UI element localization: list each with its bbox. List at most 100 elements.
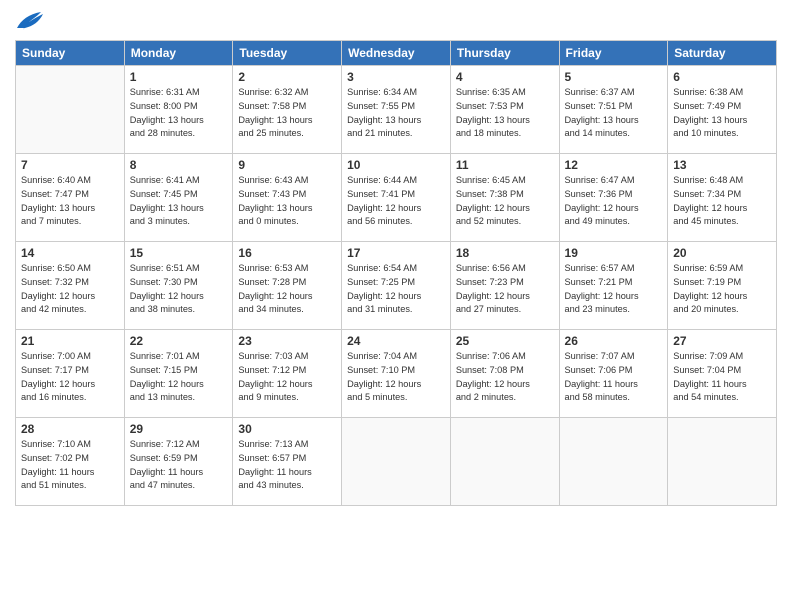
day-info: Sunrise: 6:59 AMSunset: 7:19 PMDaylight:… — [673, 262, 771, 317]
info-line: Sunset: 7:53 PM — [456, 100, 554, 114]
info-line: and 28 minutes. — [130, 127, 228, 141]
week-row-3: 14 Sunrise: 6:50 AMSunset: 7:32 PMDayligh… — [16, 242, 777, 330]
info-line: Sunrise: 6:35 AM — [456, 86, 554, 100]
info-line: Daylight: 11 hours — [21, 466, 119, 480]
day-number: 5 — [565, 70, 663, 84]
day-info: Sunrise: 7:03 AMSunset: 7:12 PMDaylight:… — [238, 350, 336, 405]
info-line: Daylight: 12 hours — [565, 202, 663, 216]
day-info: Sunrise: 7:10 AMSunset: 7:02 PMDaylight:… — [21, 438, 119, 493]
info-line: Sunrise: 6:48 AM — [673, 174, 771, 188]
week-row-1: 1Sunrise: 6:31 AMSunset: 8:00 PMDaylight… — [16, 66, 777, 154]
info-line: Daylight: 12 hours — [673, 202, 771, 216]
info-line: Daylight: 11 hours — [673, 378, 771, 392]
day-number: 9 — [238, 158, 336, 172]
day-number: 7 — [21, 158, 119, 172]
col-header-monday: Monday — [124, 41, 233, 66]
page: SundayMondayTuesdayWednesdayThursdayFrid… — [0, 0, 792, 612]
info-line: Daylight: 12 hours — [130, 378, 228, 392]
calendar-table: SundayMondayTuesdayWednesdayThursdayFrid… — [15, 40, 777, 506]
info-line: and 7 minutes. — [21, 215, 119, 229]
day-number: 28 — [21, 422, 119, 436]
calendar-cell: 22Sunrise: 7:01 AMSunset: 7:15 PMDayligh… — [124, 330, 233, 418]
col-header-sunday: Sunday — [16, 41, 125, 66]
col-header-friday: Friday — [559, 41, 668, 66]
info-line: Sunset: 7:34 PM — [673, 188, 771, 202]
calendar-cell: 15Sunrise: 6:51 AMSunset: 7:30 PMDayligh… — [124, 242, 233, 330]
day-number: 14 — [21, 246, 119, 260]
day-number: 19 — [565, 246, 663, 260]
info-line: Sunrise: 6:38 AM — [673, 86, 771, 100]
day-info: Sunrise: 7:12 AMSunset: 6:59 PMDaylight:… — [130, 438, 228, 493]
info-line: Sunrise: 6:57 AM — [565, 262, 663, 276]
day-number: 12 — [565, 158, 663, 172]
info-line: and 23 minutes. — [565, 303, 663, 317]
week-row-5: 28 Sunrise: 7:10 AMSunset: 7:02 PMDayligh… — [16, 418, 777, 506]
day-info: Sunrise: 7:04 AMSunset: 7:10 PMDaylight:… — [347, 350, 445, 405]
calendar-cell — [559, 418, 668, 506]
day-info: Sunrise: 6:31 AMSunset: 8:00 PMDaylight:… — [130, 86, 228, 141]
calendar-cell: 5Sunrise: 6:37 AMSunset: 7:51 PMDaylight… — [559, 66, 668, 154]
info-line: Sunset: 7:21 PM — [565, 276, 663, 290]
info-line: and 13 minutes. — [130, 391, 228, 405]
calendar-cell: 13Sunrise: 6:48 AMSunset: 7:34 PMDayligh… — [668, 154, 777, 242]
info-line: Sunset: 7:49 PM — [673, 100, 771, 114]
info-line: Sunrise: 6:50 AM — [21, 262, 119, 276]
info-line: Sunset: 7:15 PM — [130, 364, 228, 378]
info-line: Sunset: 7:17 PM — [21, 364, 119, 378]
info-line: Sunset: 7:19 PM — [673, 276, 771, 290]
day-info: Sunrise: 7:00 AMSunset: 7:17 PMDaylight:… — [21, 350, 119, 405]
calendar-cell: 30Sunrise: 7:13 AMSunset: 6:57 PMDayligh… — [233, 418, 342, 506]
col-header-tuesday: Tuesday — [233, 41, 342, 66]
calendar-cell — [342, 418, 451, 506]
info-line: Sunset: 7:12 PM — [238, 364, 336, 378]
info-line: Sunset: 7:43 PM — [238, 188, 336, 202]
day-number: 21 — [21, 334, 119, 348]
info-line: Sunset: 7:08 PM — [456, 364, 554, 378]
calendar-cell: 23Sunrise: 7:03 AMSunset: 7:12 PMDayligh… — [233, 330, 342, 418]
info-line: and 49 minutes. — [565, 215, 663, 229]
info-line: Sunrise: 7:01 AM — [130, 350, 228, 364]
calendar-cell: 10Sunrise: 6:44 AMSunset: 7:41 PMDayligh… — [342, 154, 451, 242]
day-number: 18 — [456, 246, 554, 260]
calendar-cell: 16 Sunrise: 6:53 AMSunset: 7:28 PMDayligh… — [233, 242, 342, 330]
info-line: Sunset: 7:30 PM — [130, 276, 228, 290]
day-info: Sunrise: 6:32 AMSunset: 7:58 PMDaylight:… — [238, 86, 336, 141]
info-line: Sunrise: 7:13 AM — [238, 438, 336, 452]
info-line: Sunrise: 7:06 AM — [456, 350, 554, 364]
info-line: Sunrise: 6:59 AM — [673, 262, 771, 276]
day-info: Sunrise: 6:56 AMSunset: 7:23 PMDaylight:… — [456, 262, 554, 317]
info-line: and 42 minutes. — [21, 303, 119, 317]
info-line: Daylight: 12 hours — [238, 290, 336, 304]
day-number: 15 — [130, 246, 228, 260]
calendar-cell: 1Sunrise: 6:31 AMSunset: 8:00 PMDaylight… — [124, 66, 233, 154]
info-line: and 5 minutes. — [347, 391, 445, 405]
day-number: 16 — [238, 246, 336, 260]
info-line: and 51 minutes. — [21, 479, 119, 493]
day-info: Sunrise: 6:41 AMSunset: 7:45 PMDaylight:… — [130, 174, 228, 229]
calendar-cell: 19Sunrise: 6:57 AMSunset: 7:21 PMDayligh… — [559, 242, 668, 330]
col-header-saturday: Saturday — [668, 41, 777, 66]
week-row-4: 21 Sunrise: 7:00 AMSunset: 7:17 PMDayligh… — [16, 330, 777, 418]
info-line: Sunset: 6:59 PM — [130, 452, 228, 466]
info-line: Sunrise: 6:51 AM — [130, 262, 228, 276]
info-line: and 2 minutes. — [456, 391, 554, 405]
info-line: and 56 minutes. — [347, 215, 445, 229]
info-line: Sunset: 7:47 PM — [21, 188, 119, 202]
logo — [15, 10, 47, 32]
info-line: Sunrise: 6:44 AM — [347, 174, 445, 188]
day-info: Sunrise: 6:53 AMSunset: 7:28 PMDaylight:… — [238, 262, 336, 317]
day-info: Sunrise: 6:50 AMSunset: 7:32 PMDaylight:… — [21, 262, 119, 317]
calendar-cell: 27Sunrise: 7:09 AMSunset: 7:04 PMDayligh… — [668, 330, 777, 418]
info-line: Sunset: 7:51 PM — [565, 100, 663, 114]
day-number: 10 — [347, 158, 445, 172]
calendar-cell — [16, 66, 125, 154]
info-line: Daylight: 12 hours — [347, 290, 445, 304]
day-number: 6 — [673, 70, 771, 84]
day-info: Sunrise: 6:45 AMSunset: 7:38 PMDaylight:… — [456, 174, 554, 229]
day-number: 11 — [456, 158, 554, 172]
info-line: and 3 minutes. — [130, 215, 228, 229]
info-line: Daylight: 12 hours — [673, 290, 771, 304]
info-line: and 0 minutes. — [238, 215, 336, 229]
day-number: 8 — [130, 158, 228, 172]
info-line: and 31 minutes. — [347, 303, 445, 317]
